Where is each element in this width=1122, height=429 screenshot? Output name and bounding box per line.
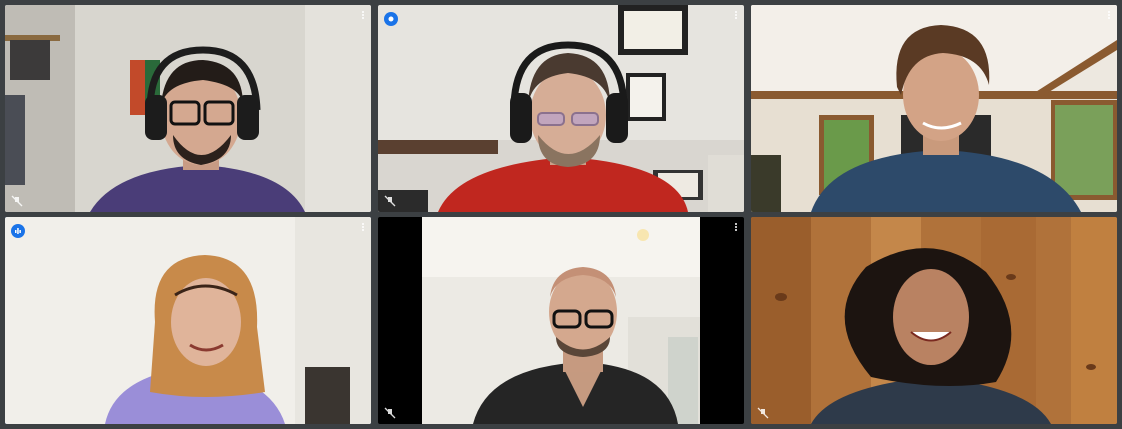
more-options-icon[interactable]	[734, 222, 738, 234]
participant-tile[interactable]	[751, 217, 1117, 424]
participant-tile[interactable]	[378, 5, 744, 212]
mic-off-icon	[384, 407, 396, 419]
mic-off-icon	[11, 195, 23, 207]
audio-level-icon	[11, 224, 25, 238]
more-options-icon[interactable]	[361, 10, 365, 22]
more-options-icon[interactable]	[361, 222, 365, 234]
audio-level-icon	[384, 12, 398, 26]
participant-tile[interactable]	[751, 5, 1117, 212]
participant-video	[5, 217, 371, 424]
participant-video	[378, 217, 744, 424]
participant-video	[378, 5, 744, 212]
mic-off-icon	[757, 407, 769, 419]
more-options-icon[interactable]	[734, 10, 738, 22]
participant-video	[751, 217, 1117, 424]
participant-video	[751, 5, 1117, 212]
participant-video	[5, 5, 371, 212]
mic-off-icon	[384, 195, 396, 207]
participant-tile-active-speaker[interactable]	[5, 217, 371, 424]
more-options-icon[interactable]	[1107, 10, 1111, 22]
participant-tile[interactable]	[378, 217, 744, 424]
participant-tile[interactable]	[5, 5, 371, 212]
video-grid	[5, 5, 1117, 424]
